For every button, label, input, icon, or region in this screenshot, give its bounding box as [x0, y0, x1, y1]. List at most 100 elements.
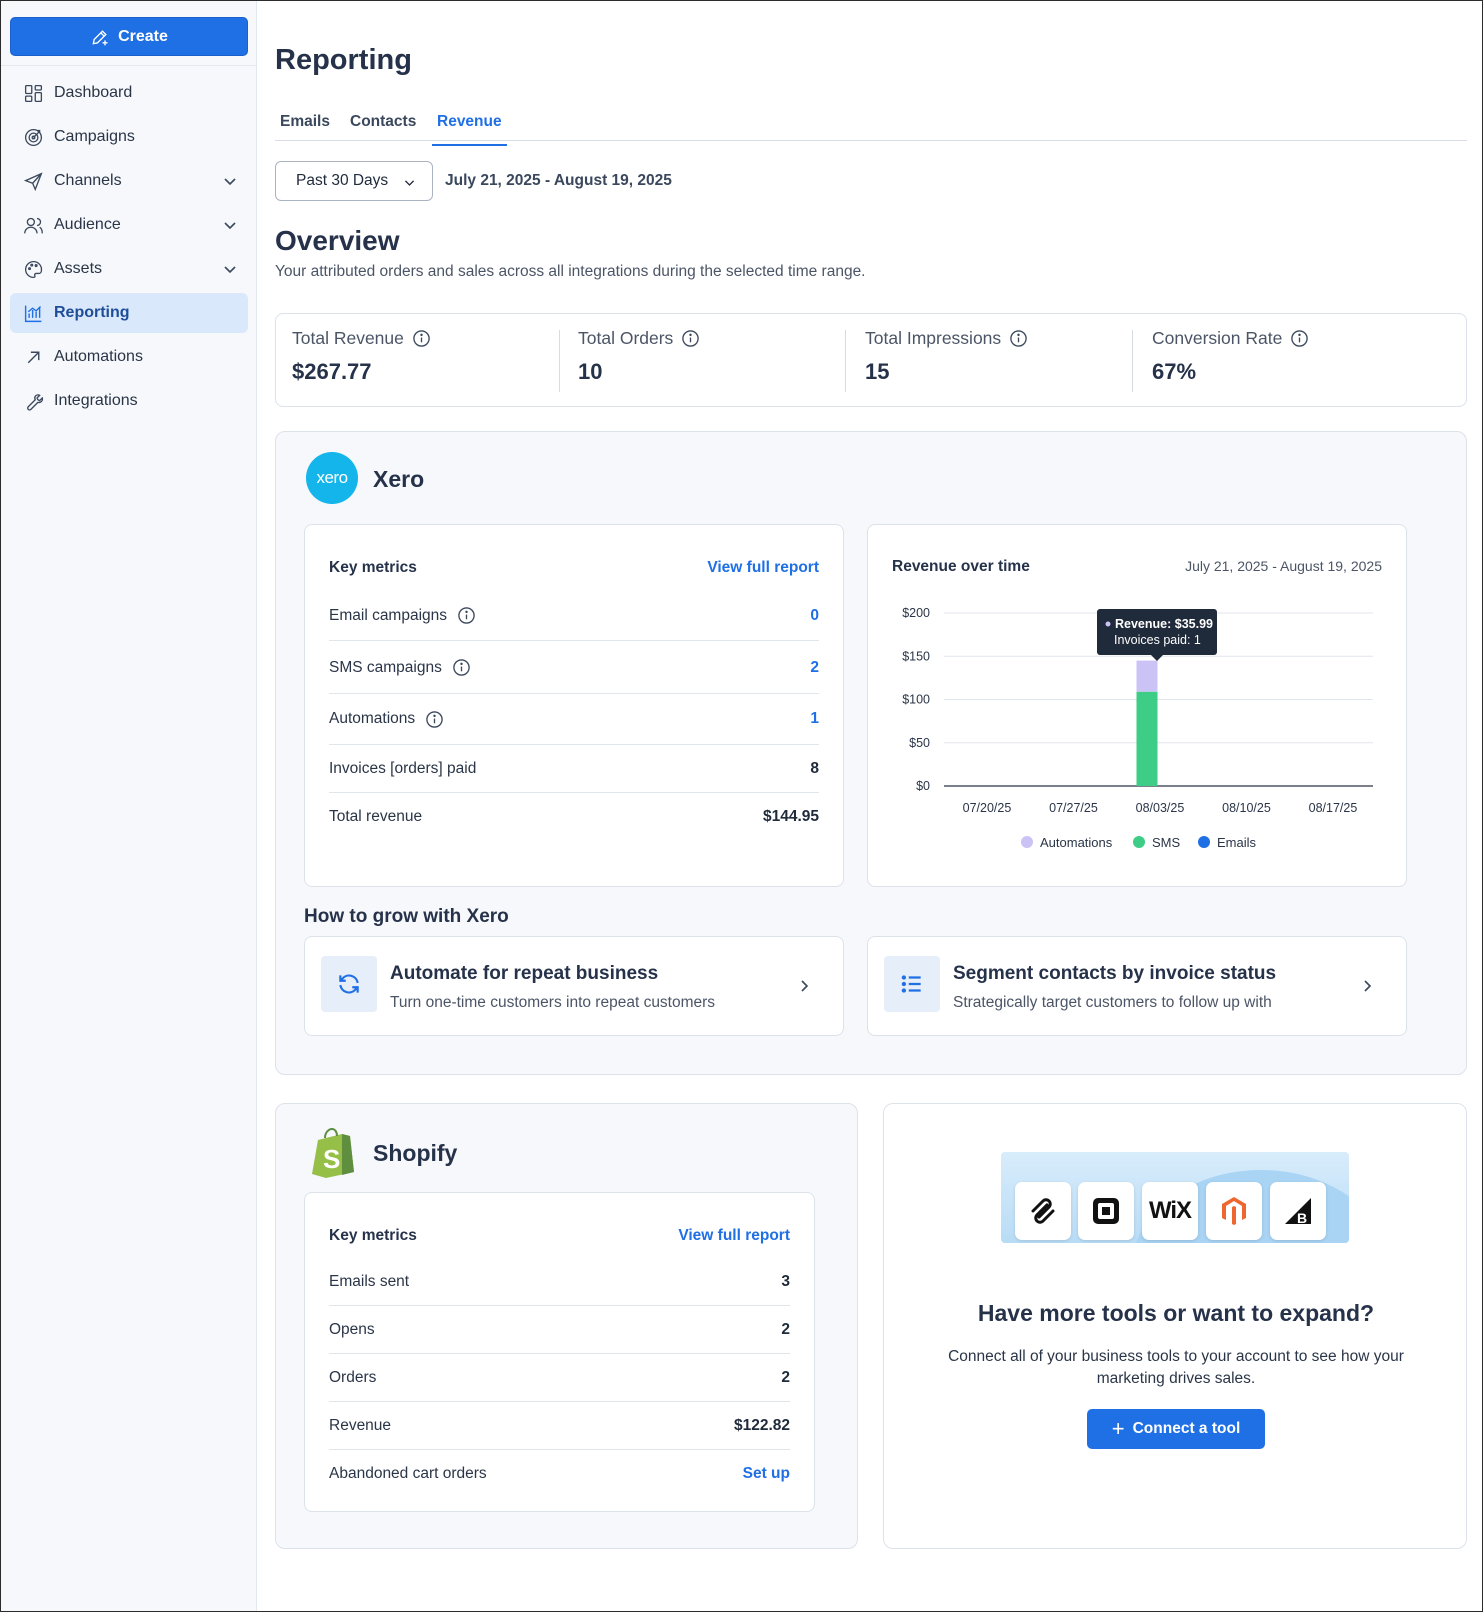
- sidebar-item-channels[interactable]: Channels: [10, 161, 248, 201]
- expand-subtitle: Connect all of your business tools to yo…: [948, 1348, 1404, 1387]
- info-icon[interactable]: [412, 329, 431, 348]
- metric-value[interactable]: 2: [810, 659, 819, 677]
- info-icon[interactable]: [457, 606, 476, 625]
- tooltip-line2: Invoices paid: 1: [1114, 633, 1201, 647]
- bar-sms: [1136, 691, 1158, 786]
- metric-row-sms-campaigns: SMS campaigns 2: [329, 642, 819, 694]
- chart-icon: [22, 302, 44, 324]
- date-range-text: July 21, 2025 - August 19, 2025: [445, 172, 672, 189]
- sidebar-item-label: Channels: [54, 172, 122, 189]
- create-button[interactable]: Create: [10, 17, 248, 56]
- sidebar-item-label: Integrations: [54, 392, 138, 409]
- wix-icon: WiX: [1142, 1182, 1198, 1240]
- info-icon[interactable]: [452, 658, 471, 677]
- y-tick-label: $150: [902, 649, 930, 663]
- tooltip-pointer: [1151, 655, 1163, 661]
- connect-tool-button[interactable]: + Connect a tool: [1087, 1409, 1265, 1449]
- sidebar-item-label: Automations: [54, 348, 143, 365]
- view-full-report-link[interactable]: View full report: [678, 1227, 790, 1245]
- sidebar-item-assets[interactable]: Assets: [10, 249, 248, 289]
- metric-value: 2: [781, 1320, 790, 1338]
- tooltip-dot: [1105, 621, 1111, 627]
- tip-subtitle: Turn one-time customers into repeat cust…: [390, 994, 716, 1011]
- shopify-logo-icon: S: [312, 1128, 354, 1178]
- sidebar-item-reporting[interactable]: Reporting: [10, 293, 248, 333]
- stat-value: 67%: [1152, 359, 1197, 384]
- chevron-down-icon[interactable]: [222, 173, 238, 189]
- shopify-panel: S Shopify Key metrics View full report E…: [275, 1103, 858, 1549]
- send-icon: [22, 170, 44, 192]
- sidebar: Create Dashboard Campaigns Channels Audi…: [1, 1, 257, 1611]
- tab-emails[interactable]: Emails: [275, 113, 335, 141]
- square-icon: [1078, 1182, 1134, 1240]
- grow-section-title: How to grow with Xero: [304, 906, 509, 927]
- metric-label: Email campaigns: [329, 606, 448, 624]
- stat-total-orders: Total Orders 10: [578, 328, 700, 392]
- stat-label: Total Orders: [578, 328, 674, 348]
- metric-value[interactable]: 0: [810, 607, 819, 625]
- metric-value: 8: [810, 759, 819, 777]
- shopify-key-metrics-card: Key metrics View full report Emails sent…: [304, 1192, 815, 1512]
- stat-conversion-rate: Conversion Rate 67%: [1152, 328, 1309, 392]
- chevron-down-icon[interactable]: [222, 261, 238, 277]
- sidebar-item-integrations[interactable]: Integrations: [10, 381, 248, 421]
- set-up-link[interactable]: Set up: [743, 1465, 790, 1483]
- overview-title: Overview: [275, 225, 400, 256]
- tip-card-automate[interactable]: Automate for repeat business Turn one-ti…: [304, 936, 844, 1036]
- revenue-chart: $0 $50 $100 $150 $200 07/20/25 07/27/25 08/03/2…: [902, 606, 1373, 850]
- x-tick-label: 07/20/25: [963, 801, 1012, 815]
- metric-row-revenue: Revenue $122.82: [329, 1402, 790, 1450]
- metric-row-total-revenue: Total revenue $144.95: [329, 793, 819, 841]
- create-button-label: Create: [118, 27, 168, 45]
- squarespace-icon: [1015, 1182, 1071, 1240]
- metric-row-email-campaigns: Email campaigns 0: [329, 591, 819, 641]
- view-full-report-link[interactable]: View full report: [707, 559, 819, 577]
- tab-contacts[interactable]: Contacts: [345, 113, 421, 141]
- info-icon[interactable]: [425, 710, 444, 729]
- wix-logo-text: WiX: [1148, 1197, 1192, 1224]
- plus-icon: +: [1111, 1416, 1125, 1441]
- integration-name: Xero: [373, 466, 425, 492]
- sidebar-item-automations[interactable]: Automations: [10, 337, 248, 377]
- sidebar-item-dashboard[interactable]: Dashboard: [10, 73, 248, 113]
- legend-label-automations: Automations: [1040, 835, 1113, 850]
- sidebar-item-campaigns[interactable]: Campaigns: [10, 117, 248, 157]
- info-icon[interactable]: [681, 329, 700, 348]
- bigcommerce-icon: B: [1270, 1182, 1326, 1240]
- stat-label: Total Revenue: [292, 328, 404, 348]
- stat-label: Total Impressions: [865, 328, 1002, 348]
- metric-row-opens: Opens 2: [329, 1306, 790, 1354]
- stats-card: Total Revenue $267.77 Total Orders 10 To…: [275, 313, 1467, 407]
- tab-revenue[interactable]: Revenue: [432, 113, 507, 146]
- stat-value: $267.77: [292, 359, 372, 384]
- svg-text:B: B: [1297, 1210, 1307, 1226]
- tooltip-line1: Revenue: $35.99: [1115, 617, 1213, 631]
- metric-label: Abandoned cart orders: [329, 1465, 487, 1482]
- metric-label: SMS campaigns: [329, 658, 442, 676]
- sidebar-item-audience[interactable]: Audience: [10, 205, 248, 245]
- metric-label: Orders: [329, 1368, 377, 1386]
- chevron-down-icon[interactable]: [222, 217, 238, 233]
- sidebar-item-label: Dashboard: [54, 84, 133, 101]
- metric-value: 2: [781, 1368, 790, 1386]
- metric-value: $122.82: [733, 1416, 790, 1434]
- tip-card-segment[interactable]: Segment contacts by invoice status Strat…: [867, 936, 1407, 1036]
- metric-value[interactable]: 1: [810, 710, 819, 728]
- metric-value: 3: [781, 1272, 790, 1290]
- tip-title: Automate for repeat business: [390, 963, 659, 984]
- chevron-right-icon: [801, 980, 809, 992]
- info-icon[interactable]: [1290, 329, 1309, 348]
- xero-panel: xero Xero Key metrics View full report E…: [275, 431, 1467, 1075]
- x-tick-label: 08/10/25: [1222, 801, 1271, 815]
- people-icon: [22, 214, 44, 236]
- svg-text:S: S: [323, 1144, 340, 1174]
- sidebar-item-label: Assets: [54, 260, 103, 277]
- stat-value: 15: [865, 359, 890, 384]
- x-tick-label: 07/27/25: [1049, 801, 1098, 815]
- info-icon[interactable]: [1009, 329, 1028, 348]
- sidebar-item-label: Campaigns: [54, 128, 135, 145]
- date-range-dropdown[interactable]: Past 30 Days: [275, 161, 433, 201]
- date-range-label: Past 30 Days: [296, 172, 389, 189]
- sidebar-nav: Dashboard Campaigns Channels Audience As…: [10, 73, 248, 425]
- tools-banner: WiX B: [1001, 1152, 1349, 1243]
